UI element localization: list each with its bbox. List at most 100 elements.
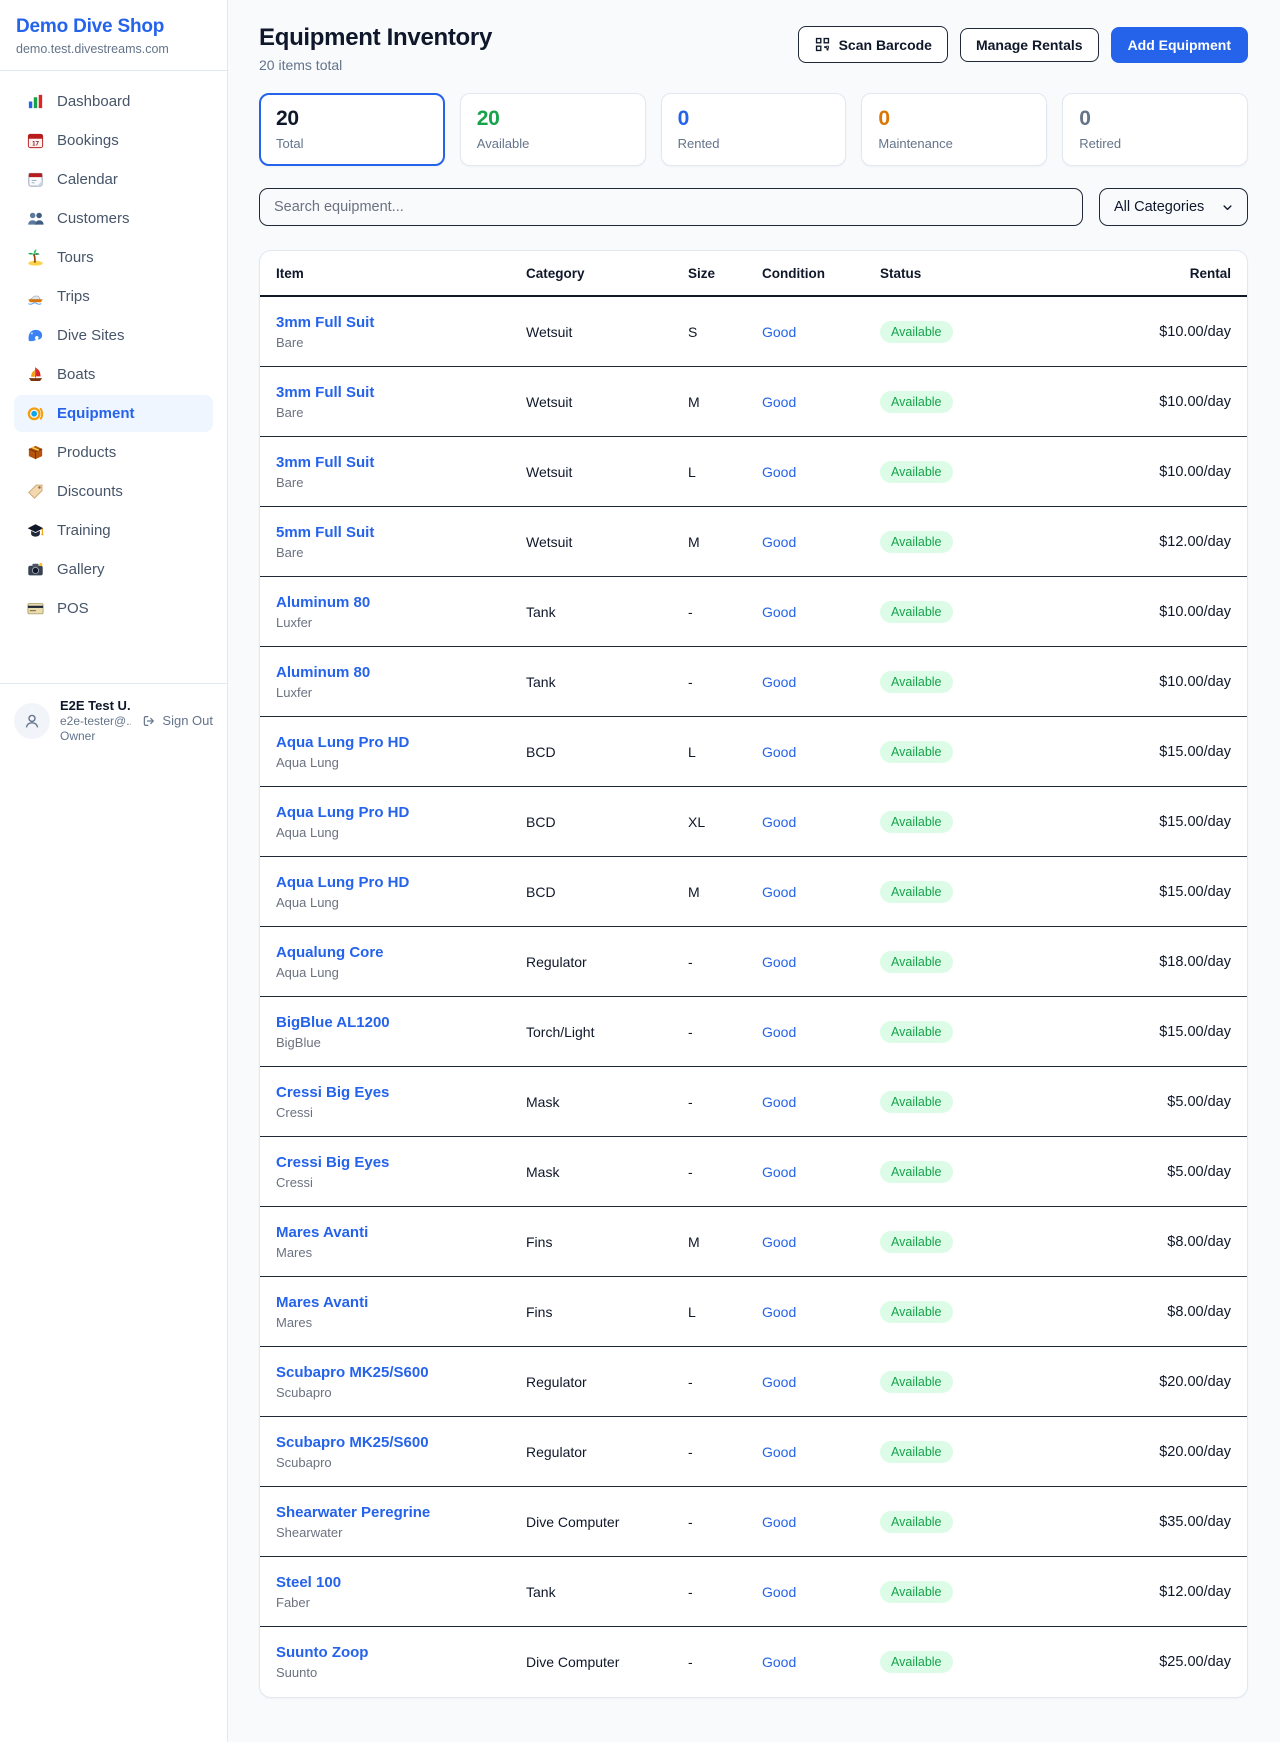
status-cell: Available [880, 1441, 1020, 1463]
sidebar-item-boats[interactable]: Boats [14, 356, 213, 393]
status-cell: Available [880, 321, 1020, 343]
item-cell: 3mm Full Suit Bare [276, 454, 526, 490]
status-cell: Available [880, 531, 1020, 553]
category-cell: Tank [526, 1584, 688, 1600]
size-cell: - [688, 1514, 762, 1530]
main-content: Equipment Inventory 20 items total Scan … [228, 0, 1280, 1742]
item-name-link[interactable]: Shearwater Peregrine [276, 1504, 526, 1521]
condition-link[interactable]: Good [762, 1094, 880, 1110]
manage-rentals-button[interactable]: Manage Rentals [960, 28, 1099, 62]
rental-cell: $12.00/day [1020, 1584, 1231, 1600]
item-name-link[interactable]: 5mm Full Suit [276, 524, 526, 541]
sidebar-item-trips[interactable]: Trips [14, 278, 213, 315]
sidebar-item-gallery[interactable]: Gallery [14, 551, 213, 588]
item-name-link[interactable]: Aqua Lung Pro HD [276, 804, 526, 821]
sidebar-item-bookings[interactable]: Bookings [14, 122, 213, 159]
status-cell: Available [880, 1511, 1020, 1533]
items-total-subtitle: 20 items total [259, 57, 492, 73]
condition-link[interactable]: Good [762, 604, 880, 620]
condition-link[interactable]: Good [762, 534, 880, 550]
condition-link[interactable]: Good [762, 1024, 880, 1040]
sidebar-item-tours[interactable]: Tours [14, 239, 213, 276]
stat-card[interactable]: 20 Total [259, 93, 445, 166]
item-name-link[interactable]: Scubapro MK25/S600 [276, 1434, 526, 1451]
item-name-link[interactable]: Mares Avanti [276, 1224, 526, 1241]
sidebar-item-customers[interactable]: Customers [14, 200, 213, 237]
condition-link[interactable]: Good [762, 464, 880, 480]
size-cell: - [688, 674, 762, 690]
condition-link[interactable]: Good [762, 954, 880, 970]
category-cell: Dive Computer [526, 1514, 688, 1530]
stat-card[interactable]: 20 Available [460, 93, 646, 166]
sidebar-item-dive-sites[interactable]: Dive Sites [14, 317, 213, 354]
chevron-down-icon [1220, 200, 1235, 215]
stat-card[interactable]: 0 Retired [1062, 93, 1248, 166]
item-name-link[interactable]: Mares Avanti [276, 1294, 526, 1311]
item-name-link[interactable]: Aluminum 80 [276, 594, 526, 611]
sidebar-item-discounts[interactable]: Discounts [14, 473, 213, 510]
table-row: Aqua Lung Pro HD Aqua Lung BCD XL Good A… [260, 787, 1247, 857]
table-row: 3mm Full Suit Bare Wetsuit M Good Availa… [260, 367, 1247, 437]
condition-link[interactable]: Good [762, 674, 880, 690]
header-actions: Scan Barcode Manage Rentals Add Equipmen… [798, 26, 1248, 63]
item-name-link[interactable]: Aluminum 80 [276, 664, 526, 681]
rental-cell: $10.00/day [1020, 324, 1231, 340]
sidebar-nav: Dashboard Bookings Calendar Customers To… [0, 71, 227, 629]
sidebar-item-calendar[interactable]: Calendar [14, 161, 213, 198]
scan-barcode-button[interactable]: Scan Barcode [798, 26, 948, 63]
sign-out-icon [141, 713, 157, 729]
condition-link[interactable]: Good [762, 324, 880, 340]
equipment-table: Item Category Size Condition Status Rent… [259, 250, 1248, 1698]
item-name-link[interactable]: 3mm Full Suit [276, 384, 526, 401]
condition-link[interactable]: Good [762, 1304, 880, 1320]
sidebar-item-products[interactable]: Products [14, 434, 213, 471]
category-cell: Tank [526, 674, 688, 690]
stat-card[interactable]: 0 Rented [661, 93, 847, 166]
rental-cell: $10.00/day [1020, 674, 1231, 690]
condition-link[interactable]: Good [762, 884, 880, 900]
condition-link[interactable]: Good [762, 744, 880, 760]
sidebar-item-equipment[interactable]: Equipment [14, 395, 213, 432]
category-cell: Tank [526, 604, 688, 620]
search-input[interactable] [259, 188, 1083, 226]
condition-link[interactable]: Good [762, 814, 880, 830]
stat-value: 0 [878, 107, 1030, 131]
item-name-link[interactable]: Aqua Lung Pro HD [276, 874, 526, 891]
user-email: e2e-tester@... [60, 714, 131, 728]
size-cell: S [688, 324, 762, 340]
item-name-link[interactable]: Scubapro MK25/S600 [276, 1364, 526, 1381]
item-brand: Scubapro [276, 1385, 526, 1400]
item-name-link[interactable]: Cressi Big Eyes [276, 1084, 526, 1101]
nav-item-icon [26, 365, 45, 384]
condition-link[interactable]: Good [762, 1374, 880, 1390]
item-name-link[interactable]: Cressi Big Eyes [276, 1154, 526, 1171]
condition-link[interactable]: Good [762, 394, 880, 410]
nav-item-label: Products [57, 444, 116, 461]
item-brand: Mares [276, 1315, 526, 1330]
item-name-link[interactable]: Aqua Lung Pro HD [276, 734, 526, 751]
item-name-link[interactable]: Suunto Zoop [276, 1644, 526, 1661]
condition-link[interactable]: Good [762, 1234, 880, 1250]
condition-link[interactable]: Good [762, 1164, 880, 1180]
sidebar-item-training[interactable]: Training [14, 512, 213, 549]
item-name-link[interactable]: Steel 100 [276, 1574, 526, 1591]
category-select[interactable]: All Categories [1099, 188, 1248, 226]
add-equipment-button[interactable]: Add Equipment [1111, 27, 1248, 63]
item-name-link[interactable]: 3mm Full Suit [276, 454, 526, 471]
item-name-link[interactable]: 3mm Full Suit [276, 314, 526, 331]
condition-link[interactable]: Good [762, 1514, 880, 1530]
condition-link[interactable]: Good [762, 1654, 880, 1670]
item-name-link[interactable]: BigBlue AL1200 [276, 1014, 526, 1031]
nav-item-label: Boats [57, 366, 95, 383]
item-name-link[interactable]: Aqualung Core [276, 944, 526, 961]
condition-link[interactable]: Good [762, 1584, 880, 1600]
sidebar-item-pos[interactable]: POS [14, 590, 213, 627]
sign-out-button[interactable]: Sign Out [141, 713, 213, 729]
item-brand: Bare [276, 475, 526, 490]
condition-link[interactable]: Good [762, 1444, 880, 1460]
status-badge: Available [880, 1441, 953, 1463]
status-cell: Available [880, 741, 1020, 763]
stat-card[interactable]: 0 Maintenance [861, 93, 1047, 166]
category-cell: Fins [526, 1304, 688, 1320]
sidebar-item-dashboard[interactable]: Dashboard [14, 83, 213, 120]
